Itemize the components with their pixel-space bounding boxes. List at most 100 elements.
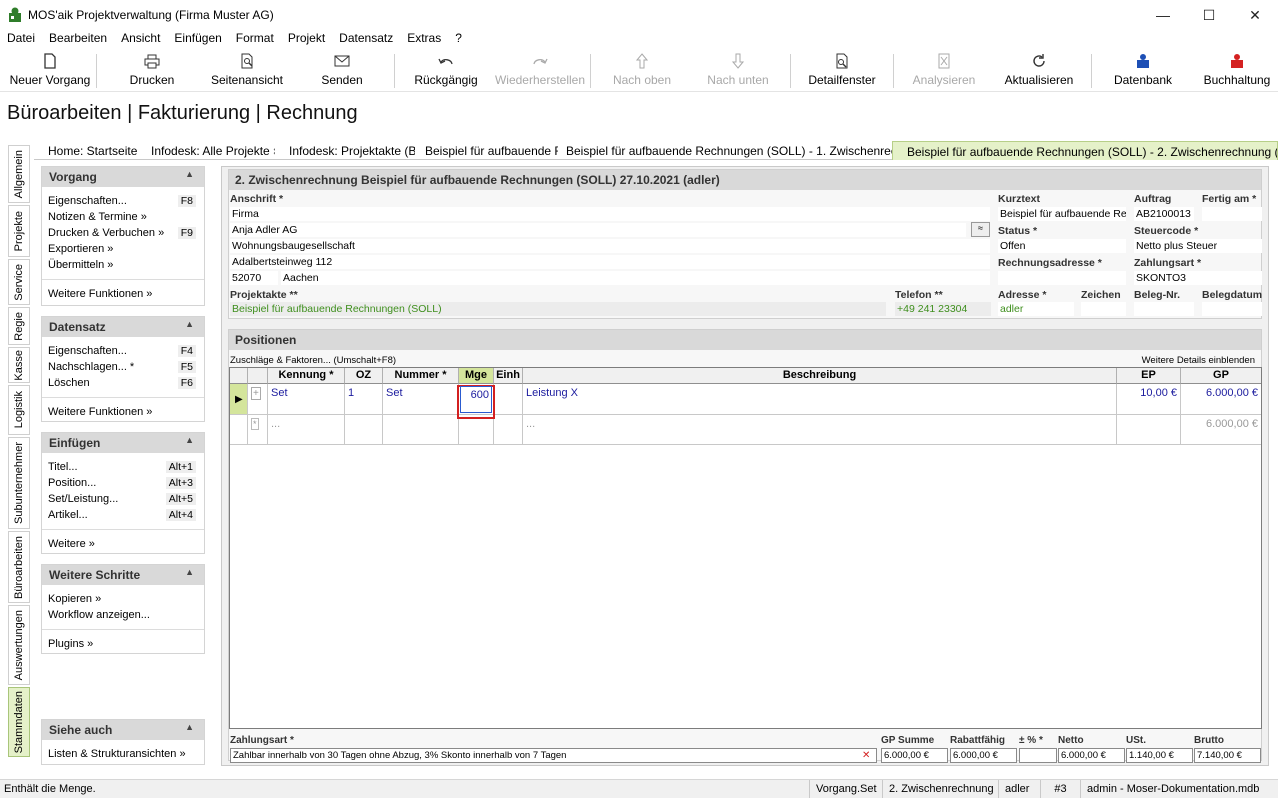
panel-header[interactable]: Einfügen ▲	[42, 433, 204, 453]
cell-kennung[interactable]: ...	[268, 415, 345, 445]
cell-oz[interactable]	[345, 415, 383, 445]
undo-button[interactable]: Rückgängig	[404, 50, 488, 92]
cell-einh[interactable]	[494, 415, 523, 445]
rechnungsadresse-field[interactable]	[998, 271, 1126, 285]
accounting-button[interactable]: Buchhaltung	[1195, 50, 1278, 92]
auftrag-field[interactable]: AB2100013	[1134, 207, 1194, 221]
adresse-field[interactable]: adler	[998, 302, 1074, 316]
collapse-icon[interactable]: ▲	[185, 567, 194, 577]
collapse-icon[interactable]: ▲	[185, 435, 194, 445]
row-selector[interactable]	[230, 415, 248, 445]
menu-einfuegen[interactable]: Einfügen	[174, 31, 221, 49]
more-details-link[interactable]: Weitere Details einblenden	[1142, 355, 1255, 366]
panel-item[interactable]: Workflow anzeigen...	[42, 607, 204, 623]
menu-datei[interactable]: Datei	[7, 31, 35, 49]
panel-item[interactable]: Notizen & Termine »	[42, 209, 204, 225]
col-nummer[interactable]: Nummer *	[383, 368, 459, 384]
col-oz[interactable]: OZ	[345, 368, 383, 384]
col-kennung[interactable]: Kennung *	[268, 368, 345, 384]
vtab-kasse[interactable]: Kasse	[8, 347, 30, 383]
panel-item[interactable]: Weitere Funktionen »	[42, 404, 204, 420]
panel-item[interactable]: Exportieren »	[42, 241, 204, 257]
menu-bearbeiten[interactable]: Bearbeiten	[49, 31, 107, 49]
cell-mge[interactable]	[459, 415, 494, 445]
menu-projekt[interactable]: Projekt	[288, 31, 325, 49]
panel-item[interactable]: Artikel... Alt+4	[42, 507, 204, 523]
zahlungsart-field[interactable]: SKONTO3	[1134, 271, 1262, 285]
panel-item[interactable]: Löschen F6	[42, 375, 204, 391]
vtab-allgemein[interactable]: Allgemein	[8, 145, 30, 203]
panel-item[interactable]: Listen & Strukturansichten »	[42, 746, 204, 762]
maximize-button[interactable]: ☐	[1186, 0, 1232, 30]
cell-nummer[interactable]: Set	[383, 384, 459, 415]
cell-kennung[interactable]: Set	[268, 384, 345, 415]
panel-item[interactable]: Titel... Alt+1	[42, 459, 204, 475]
detail-window-button[interactable]: Detailfenster	[800, 50, 884, 92]
tab-home[interactable]: Home: Startseite	[34, 141, 137, 160]
tab-beispiel-re[interactable]: Beispiel für aufbauende Re	[411, 141, 558, 160]
clear-icon[interactable]: ✕	[862, 750, 870, 761]
panel-item[interactable]: Weitere Funktionen »	[42, 286, 204, 302]
tab-zwischenrechnung-1[interactable]: Beispiel für aufbauende Rechnungen (SOLL…	[552, 141, 892, 160]
col-beschreibung[interactable]: Beschreibung	[523, 368, 1117, 384]
row-selector[interactable]: ▶	[230, 384, 248, 415]
close-button[interactable]: ✕	[1232, 0, 1278, 30]
collapse-icon[interactable]: ▲	[185, 722, 194, 732]
new-process-button[interactable]: Neuer Vorgang	[8, 50, 92, 92]
city-field[interactable]: Aachen	[281, 271, 990, 285]
vtab-projekte[interactable]: Projekte	[8, 205, 30, 257]
panel-item[interactable]: Nachschlagen... * F5	[42, 359, 204, 375]
panel-item[interactable]: Position... Alt+3	[42, 475, 204, 491]
address-line-3[interactable]: Wohnungsbaugesellschaft	[230, 239, 990, 253]
page-view-button[interactable]: Seitenansicht	[205, 50, 289, 92]
panel-header[interactable]: Vorgang ▲	[42, 167, 204, 187]
move-down-button[interactable]: Nach unten	[696, 50, 780, 92]
menu-format[interactable]: Format	[236, 31, 274, 49]
col-gp[interactable]: GP	[1181, 368, 1261, 384]
cell-beschreibung[interactable]: ...	[523, 415, 1117, 445]
vtab-regie[interactable]: Regie	[8, 307, 30, 345]
panel-item[interactable]: Plugins »	[42, 636, 204, 652]
mge-input[interactable]: 600	[460, 386, 492, 413]
footer-zahlungsart-field[interactable]: Zahlbar innerhalb von 30 Tagen ohne Abzu…	[230, 748, 877, 763]
print-button[interactable]: Drucken	[110, 50, 194, 92]
panel-header[interactable]: Siehe auch ▲	[42, 720, 204, 740]
vtab-logistik[interactable]: Logistik	[8, 385, 30, 435]
panel-item[interactable]: Eigenschaften... F8	[42, 193, 204, 209]
refresh-button[interactable]: Aktualisieren	[997, 50, 1081, 92]
redo-button[interactable]: Wiederherstellen	[494, 50, 586, 92]
tab-infodesk-projektakte[interactable]: Infodesk: Projektakte (Beis	[275, 141, 415, 160]
panel-item[interactable]: Drucken & Verbuchen » F9	[42, 225, 204, 241]
prozent-field[interactable]	[1019, 748, 1057, 763]
collapse-icon[interactable]: ▲	[185, 319, 194, 329]
minimize-button[interactable]: —	[1140, 0, 1186, 30]
beleg-nr-field[interactable]	[1134, 302, 1194, 316]
address-line-4[interactable]: Adalbertsteinweg 112	[230, 255, 990, 269]
postal-code-field[interactable]: 52070	[230, 271, 278, 285]
kurztext-field[interactable]: Beispiel für aufbauende Re	[998, 207, 1126, 221]
status-field[interactable]: Offen	[998, 239, 1126, 253]
telefon-field[interactable]: +49 241 23304	[895, 302, 991, 316]
belegdatum-field[interactable]	[1202, 302, 1262, 316]
fertig-field[interactable]	[1202, 207, 1262, 221]
panel-item[interactable]: Kopieren »	[42, 591, 204, 607]
tab-zwischenrechnung-2[interactable]: Beispiel für aufbauende Rechnungen (SOLL…	[892, 141, 1278, 160]
cell-einh[interactable]	[494, 384, 523, 415]
col-ep[interactable]: EP	[1117, 368, 1181, 384]
vtab-stammdaten[interactable]: Stammdaten	[8, 687, 30, 757]
cell-oz[interactable]: 1	[345, 384, 383, 415]
panel-item[interactable]: Eigenschaften... F4	[42, 343, 204, 359]
collapse-icon[interactable]: ▲	[185, 169, 194, 179]
address-line-1[interactable]: Firma	[230, 207, 990, 221]
cell-ep[interactable]: 10,00 €	[1117, 384, 1181, 415]
analyze-button[interactable]: Analysieren	[902, 50, 986, 92]
database-button[interactable]: Datenbank	[1101, 50, 1185, 92]
panel-item[interactable]: Set/Leistung... Alt+5	[42, 491, 204, 507]
expand-toggle[interactable]: +	[248, 384, 268, 415]
cell-nummer[interactable]	[383, 415, 459, 445]
cell-beschreibung[interactable]: Leistung X	[523, 384, 1117, 415]
panel-item[interactable]: Übermitteln »	[42, 257, 204, 273]
col-mge[interactable]: Mge	[459, 368, 494, 384]
address-lookup-button[interactable]: ≈	[971, 222, 990, 237]
positions-grid[interactable]: Kennung * OZ Nummer * Mge Einh Beschreib…	[229, 367, 1262, 729]
